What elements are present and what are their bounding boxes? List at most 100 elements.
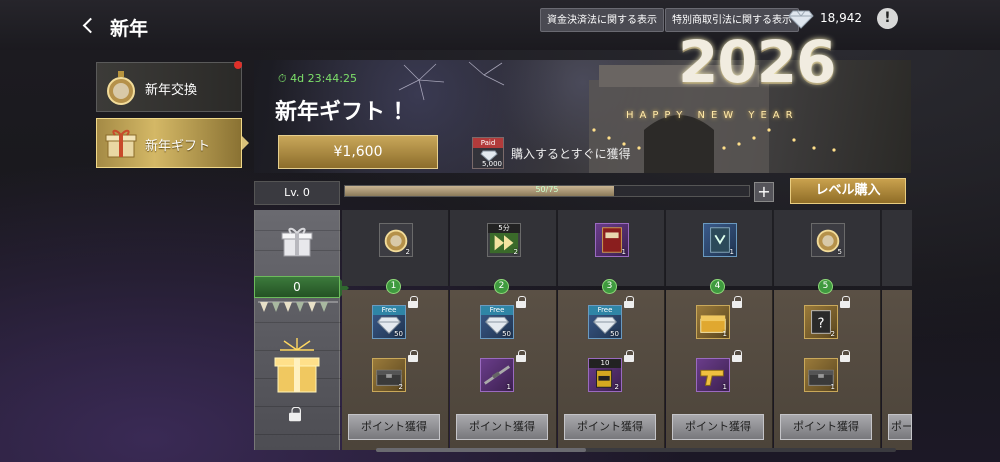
page-title: 新年 (110, 18, 149, 40)
countdown-text: 4d 23:44:25 (290, 72, 357, 85)
lock-icon (516, 350, 526, 362)
top-bar (0, 0, 1000, 50)
lock-icon (732, 296, 742, 308)
item-quantity: 2 (830, 330, 835, 338)
item-quantity: 1 (729, 248, 734, 256)
gift-icon (105, 129, 137, 158)
level-number-badge: 4 (710, 279, 725, 294)
premium-gift-icon (274, 338, 320, 393)
sidebar-item-new-year-gift[interactable]: 新年ギフト (96, 118, 242, 168)
level-number-badge: 5 (818, 279, 833, 294)
lock-icon (624, 296, 634, 308)
item-quantity: 2 (405, 248, 410, 256)
item-quantity: 2 (398, 383, 403, 391)
premium-reward-item[interactable]: 1 (804, 358, 838, 392)
get-points-button[interactable]: ポイント獲得 (564, 414, 656, 440)
free-gift-icon (281, 227, 313, 257)
lock-icon (408, 350, 418, 362)
item-quantity: 1 (722, 383, 727, 391)
reward-column: 1 3 Free 50 10 2 ポイント獲得 (558, 210, 665, 450)
sidebar-item-new-year-exchange[interactable]: 新年交換 (96, 62, 242, 112)
year-sign: 2026 (678, 28, 836, 96)
horizontal-scrollbar[interactable] (376, 448, 896, 452)
premium-reward-item[interactable]: Free 50 (588, 305, 622, 339)
premium-reward-item[interactable]: 1 (696, 305, 730, 339)
free-tag: Free (373, 306, 405, 315)
free-reward-item[interactable]: 5分 2 (487, 223, 521, 257)
item-quantity: 2 (614, 383, 619, 391)
add-points-button[interactable]: + (754, 182, 774, 202)
reward-column: 5分 2 2 Free 50 1 ポイント獲得 (450, 210, 557, 450)
item-quantity: 2 (513, 248, 518, 256)
gift-title: 新年ギフト ！ (275, 100, 415, 125)
item-quantity: 1 (830, 383, 835, 391)
notification-badge (234, 61, 242, 69)
diamond-icon (788, 10, 814, 29)
item-quantity: 50 (394, 330, 403, 338)
stopwatch-icon: ⏱ (278, 72, 287, 85)
paid-quantity: 5,000 (481, 160, 502, 168)
lock-icon (732, 350, 742, 362)
bonus-text: 購入するとすぐに獲得 (511, 147, 631, 161)
premium-reward-item[interactable]: ? 2 (804, 305, 838, 339)
lock-icon (840, 296, 850, 308)
free-reward-item[interactable]: 2 (379, 223, 413, 257)
level-number-badge: 2 (494, 279, 509, 294)
back-arrow-icon[interactable] (80, 14, 98, 36)
medal-icon (107, 71, 135, 105)
scroll-thumb[interactable] (376, 448, 586, 452)
level-number-badge: 1 (386, 279, 401, 294)
premium-reward-item[interactable]: 10 2 (588, 358, 622, 392)
progress-text: 50/75 (535, 185, 559, 194)
get-points-button[interactable]: ポイント獲得 (456, 414, 548, 440)
lock-icon (840, 350, 850, 362)
lock-icon (516, 296, 526, 308)
level-label: Lv. 0 (254, 181, 340, 205)
free-reward-slot (882, 210, 912, 286)
reward-column: 1 4 1 1 ポイント獲得 (666, 210, 773, 450)
get-points-button[interactable]: ポー (888, 414, 912, 440)
premium-reward-item[interactable]: 1 (480, 358, 514, 392)
buy-level-button[interactable]: レベル購入 (790, 178, 906, 204)
get-points-button[interactable]: ポイント獲得 (348, 414, 440, 440)
purchase-button[interactable]: ¥1,600 (278, 135, 438, 169)
lock-icon (289, 406, 301, 422)
free-reward-item[interactable]: 1 (703, 223, 737, 257)
premium-reward-item[interactable]: 2 (372, 358, 406, 392)
reward-column: 2 1 Free 50 2 ポイント獲得 (342, 210, 449, 450)
sidebar-item-label: 新年ギフト (145, 139, 211, 154)
free-reward-item[interactable]: 5 (811, 223, 845, 257)
item-quantity: 1 (722, 330, 727, 338)
paid-tag: Paid (473, 138, 503, 148)
happy-new-year-sign: HAPPY NEW YEAR (626, 110, 799, 121)
countdown-timer: ⏱ 4d 23:44:25 (278, 72, 357, 86)
premium-reward-item[interactable]: Free 50 (480, 305, 514, 339)
level-progress-bar: 50/75 (344, 185, 750, 197)
time-tag: 5分 (488, 224, 520, 233)
time-tag: 10 (589, 359, 621, 368)
premium-reward-item[interactable]: 1 (696, 358, 730, 392)
bunting-decoration (258, 301, 338, 312)
active-indicator-arrow (242, 136, 249, 150)
item-quantity: 50 (502, 330, 511, 338)
get-points-button[interactable]: ポイント獲得 (672, 414, 764, 440)
svg-text:?: ? (818, 317, 825, 332)
reward-column: 5 5 ? 2 1 ポイント獲得 (774, 210, 881, 450)
reward-column-partial: ポー (882, 210, 912, 450)
get-points-button[interactable]: ポイント獲得 (780, 414, 872, 440)
premium-reward-item[interactable]: Free 50 (372, 305, 406, 339)
gem-balance: 18,942 (820, 11, 862, 25)
fund-settlement-notice-button[interactable]: 資金決済法に関する表示 (540, 8, 664, 32)
level-number-badge: 3 (602, 279, 617, 294)
free-reward-item[interactable]: 1 (595, 223, 629, 257)
lock-icon (408, 296, 418, 308)
item-quantity: 5 (837, 248, 842, 256)
free-tag: Free (481, 306, 513, 315)
item-quantity: 50 (610, 330, 619, 338)
item-quantity: 1 (506, 383, 511, 391)
sidebar-item-label: 新年交換 (145, 83, 198, 98)
free-tag: Free (589, 306, 621, 315)
info-button[interactable]: ! (877, 8, 898, 29)
item-quantity: 1 (621, 248, 626, 256)
paid-diamond-item: Paid 5,000 (472, 137, 504, 169)
